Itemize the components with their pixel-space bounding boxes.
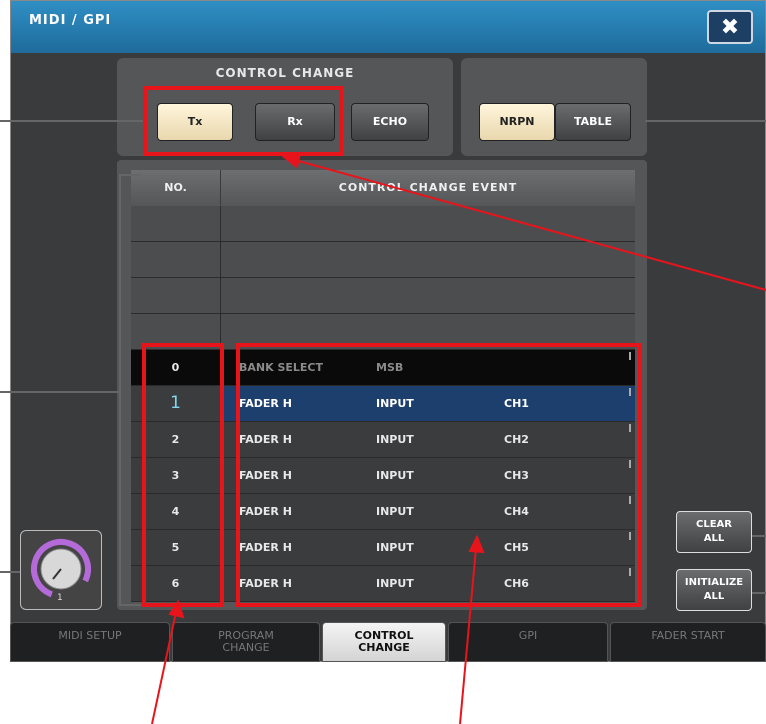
callout-overlay <box>0 120 766 724</box>
